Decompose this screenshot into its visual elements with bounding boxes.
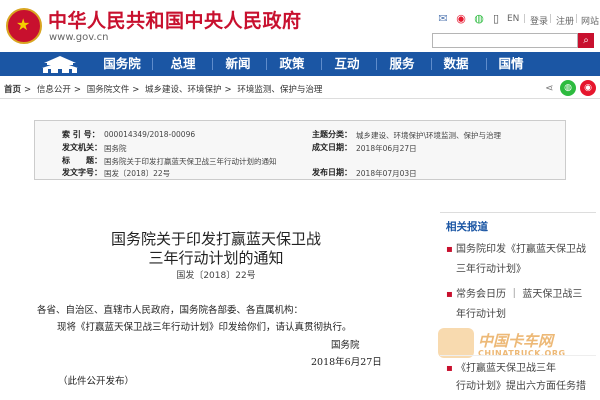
national-emblem-icon [6, 8, 42, 44]
divider [0, 98, 600, 99]
wechat-icon[interactable]: ◍ [473, 13, 485, 25]
nav-item-policy[interactable]: 政策 [264, 52, 320, 76]
breadcrumb-separator: > [224, 85, 232, 95]
date-pub-label: 发布日期： [312, 168, 352, 177]
tiananmen-logo-icon[interactable] [38, 54, 82, 74]
link-separator: | [575, 14, 579, 24]
breadcrumb-item[interactable]: 信息公开 [37, 85, 71, 95]
date-made-label: 成文日期： [312, 143, 352, 152]
site-link[interactable]: 网站 [581, 14, 599, 27]
index-no-value: 000014349/2018-00096 [104, 130, 196, 139]
divider [440, 355, 596, 356]
english-link[interactable]: EN [507, 14, 519, 24]
breadcrumb: 首页 > 信息公开 > 国务院文件 > 城乡建设、环境保护 > 环境监测、保护与治理 [4, 83, 325, 95]
nav-divider [152, 58, 153, 70]
subject-value: 城乡建设、环境保护\环境监测、保护与治理 [356, 131, 502, 140]
weibo-share-icon[interactable]: ◉ [580, 80, 596, 96]
breadcrumb-separator: > [73, 85, 81, 95]
mail-icon[interactable]: ✉ [437, 13, 449, 25]
related-item[interactable]: ▪ 常务会日历 ｜ 蓝天保卫战三 [446, 285, 582, 300]
divider [440, 212, 596, 213]
mobile-icon[interactable]: ▯ [490, 13, 502, 25]
watermark-url: CHINATRUCK.ORG [478, 349, 566, 358]
site-url: www.gov.cn [49, 32, 109, 43]
nav-item-national-info[interactable]: 国情 [483, 52, 539, 76]
related-item-cont[interactable]: 行动计划》提出六方面任务措 [456, 377, 586, 392]
nav-item-data[interactable]: 数据 [428, 52, 484, 76]
truck-watermark-icon [438, 328, 474, 358]
subject-label: 主题分类： [312, 130, 352, 139]
nav-item-news[interactable]: 新闻 [210, 52, 266, 76]
date-pub-value: 2018年07月03日 [356, 169, 417, 178]
related-item-text[interactable]: 常务会日历 ｜ 蓝天保卫战三 [456, 289, 582, 300]
breadcrumb-home[interactable]: 首页 [4, 85, 21, 95]
article-doc-no: 国发〔2018〕22号 [176, 271, 256, 281]
related-item-text[interactable]: 《打赢蓝天保卫战三年 [456, 363, 556, 374]
related-item[interactable]: ▪ 国务院印发《打赢蓝天保卫战 [446, 240, 586, 255]
article-title-line2: 三年行动计划的通知 [148, 249, 284, 267]
breadcrumb-item[interactable]: 国务院文件 [87, 85, 130, 95]
breadcrumb-separator: > [132, 85, 140, 95]
article-date: 2018年6月27日 [311, 357, 382, 368]
related-item-cont[interactable]: 三年行动计划》 [456, 260, 526, 275]
breadcrumb-item[interactable]: 城乡建设、环境保护 [145, 85, 222, 95]
nav-item-interaction[interactable]: 互动 [319, 52, 375, 76]
login-link[interactable]: 登录 [530, 14, 548, 27]
issuer-label: 发文机关： [62, 143, 102, 152]
title-value: 国务院关于印发打赢蓝天保卫战三年行动计划的通知 [104, 157, 277, 166]
bullet-icon: ▪ [446, 363, 456, 374]
nav-item-services[interactable]: 服务 [374, 52, 430, 76]
breadcrumb-item[interactable]: 环境监测、保护与治理 [237, 85, 322, 95]
register-link[interactable]: 注册 [556, 14, 574, 27]
article-title-line1: 国务院关于印发打赢蓝天保卫战 [110, 230, 321, 248]
related-item-text[interactable]: 国务院印发《打赢蓝天保卫战 [456, 244, 586, 255]
watermark-logo: 中国卡车网 [478, 332, 554, 350]
breadcrumb-separator: > [24, 85, 32, 95]
link-separator: | [549, 14, 553, 24]
nav-item-state-council[interactable]: 国务院 [94, 52, 150, 76]
date-made-value: 2018年06月27日 [356, 144, 417, 153]
related-item[interactable]: ▪ 《打赢蓝天保卫战三年 [446, 359, 556, 374]
index-no-label: 索 引 号： [62, 130, 100, 139]
related-reports-heading: 相关报道 [446, 221, 488, 233]
bullet-icon: ▪ [446, 244, 456, 255]
title-label: 标 题： [62, 156, 102, 165]
link-separator: | [523, 14, 527, 24]
share-icon[interactable]: ⋖ [545, 83, 553, 94]
search-input[interactable] [432, 33, 578, 48]
weibo-icon[interactable]: ◉ [455, 13, 467, 25]
related-item-cont[interactable]: 年行动计划 [456, 305, 506, 320]
wechat-share-icon[interactable]: ◍ [560, 80, 576, 96]
doc-no-value: 国发〔2018〕22号 [104, 169, 171, 178]
bullet-icon: ▪ [446, 289, 456, 300]
site-title[interactable]: 中华人民共和国中央人民政府 [48, 6, 302, 33]
article-body: 现将《打赢蓝天保卫战三年行动计划》印发给你们，请认真贯彻执行。 [57, 322, 352, 333]
issuer-value: 国务院 [104, 144, 127, 153]
nav-item-premier[interactable]: 总理 [155, 52, 211, 76]
search-icon[interactable]: ⌕ [578, 33, 594, 48]
doc-no-label: 发文字号： [62, 168, 102, 177]
article-note: （此件公开发布） [58, 376, 135, 387]
article-recipients: 各省、自治区、直辖市人民政府，国务院各部委、各直属机构： [37, 305, 304, 316]
article-signature: 国务院 [331, 340, 360, 351]
